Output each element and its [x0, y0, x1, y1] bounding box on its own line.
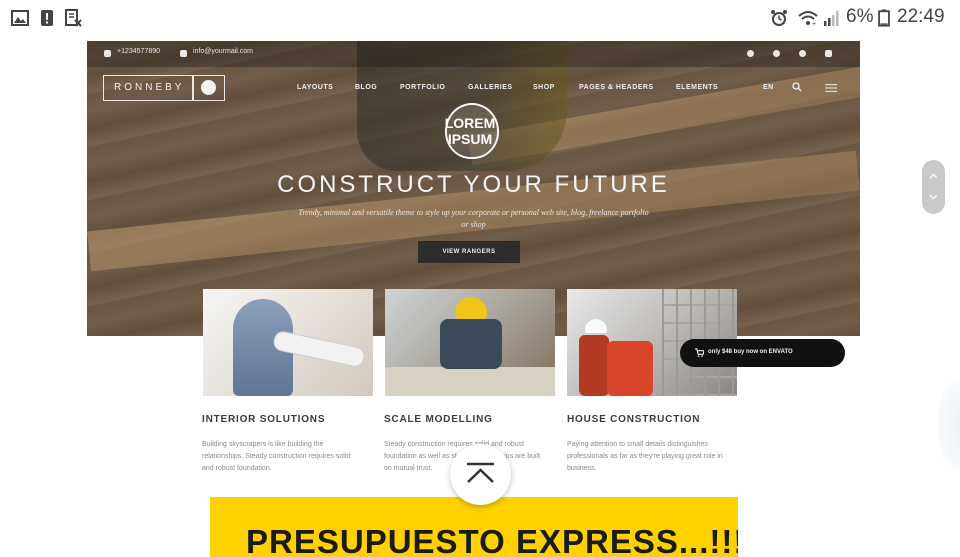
desk — [385, 367, 555, 396]
site-logo[interactable]: RONNEBY — [103, 75, 225, 101]
edge-panel-glow — [938, 380, 960, 470]
signal-icon — [824, 11, 839, 26]
svg-text:+: + — [812, 21, 816, 27]
site-topbar: +1234577890 info@yourmail.com — [87, 41, 860, 67]
nav-galleries[interactable]: GALLERIES — [468, 84, 513, 91]
hero-button[interactable]: VIEW RANGERS — [418, 241, 520, 263]
logo-divider — [192, 76, 194, 100]
social-icon[interactable] — [799, 50, 806, 57]
hero-subtitle: Trendy, minimal and versatile theme to s… — [298, 208, 649, 229]
social-icon[interactable] — [773, 50, 780, 57]
alarm-icon — [771, 10, 787, 26]
social-icon[interactable] — [825, 50, 832, 57]
document-x-icon — [65, 9, 82, 27]
site-logo-text: RONNEBY — [114, 82, 185, 93]
card-title-interior[interactable]: INTERIOR SOLUTIONS — [202, 414, 325, 425]
card-text-interior: Building skyscrapers is like building th… — [202, 441, 351, 472]
scrollbar-handle[interactable] — [922, 160, 945, 214]
wifi-icon: + — [798, 11, 818, 27]
mail-icon — [180, 50, 187, 57]
hard-hat — [585, 319, 607, 333]
chevron-up-icon — [929, 173, 938, 179]
nav-pages-headers[interactable]: PAGES & HEADERS — [579, 84, 654, 91]
worker-figure — [440, 319, 502, 369]
search-icon[interactable] — [792, 82, 802, 92]
social-icon[interactable] — [747, 50, 754, 57]
buy-now-pill[interactable]: only $48 buy now on ENVATO — [680, 339, 845, 367]
image-icon — [11, 10, 29, 26]
card-image-interior[interactable] — [203, 289, 373, 396]
chevron-up-icon — [467, 462, 494, 483]
card-text-house: Paying attention to small details distin… — [567, 441, 723, 472]
card-title-scale[interactable]: SCALE MODELLING — [384, 414, 493, 425]
menu-icon[interactable] — [825, 84, 837, 92]
battery-icon — [878, 9, 890, 27]
scroll-to-top-button[interactable] — [450, 444, 511, 505]
worker-figure — [579, 335, 609, 396]
alert-icon — [41, 10, 53, 26]
hero-title: CONSTRUCT YOUR FUTURE — [277, 171, 670, 198]
card-title-house[interactable]: HOUSE CONSTRUCTION — [567, 414, 700, 425]
clock: 22:49 — [897, 6, 945, 27]
buy-now-text: only $48 buy now on ENVATO — [708, 349, 793, 355]
budget-banner[interactable]: PRESUPUESTO EXPRESS...!!! — [210, 497, 738, 557]
topbar-phone[interactable]: +1234577890 — [117, 48, 160, 55]
chevron-down-icon — [929, 194, 938, 200]
banner-text: PRESUPUESTO EXPRESS...!!! — [246, 523, 738, 557]
card-image-scale[interactable] — [385, 289, 555, 396]
cart-icon — [695, 348, 704, 357]
battery-percent: 6% — [846, 6, 874, 27]
nav-shop[interactable]: SHOP — [533, 84, 555, 91]
phone-icon — [104, 50, 111, 57]
nav-language[interactable]: EN — [763, 84, 774, 91]
logo-mark-icon — [201, 80, 216, 95]
nav-elements[interactable]: ELEMENTS — [676, 84, 718, 91]
hero-badge: LOREM IPSUM — [431, 101, 509, 159]
hard-hat — [455, 297, 487, 319]
topbar-email[interactable]: info@yourmail.com — [193, 48, 253, 55]
badge-text: LOREM IPSUM — [444, 115, 496, 147]
worker-figure — [607, 341, 653, 396]
nav-layouts[interactable]: LAYOUTS — [297, 84, 333, 91]
nav-portfolio[interactable]: PORTFOLIO — [400, 84, 445, 91]
status-bar: + 6% 22:49 — [0, 0, 960, 36]
nav-blog[interactable]: BLOG — [355, 84, 377, 91]
